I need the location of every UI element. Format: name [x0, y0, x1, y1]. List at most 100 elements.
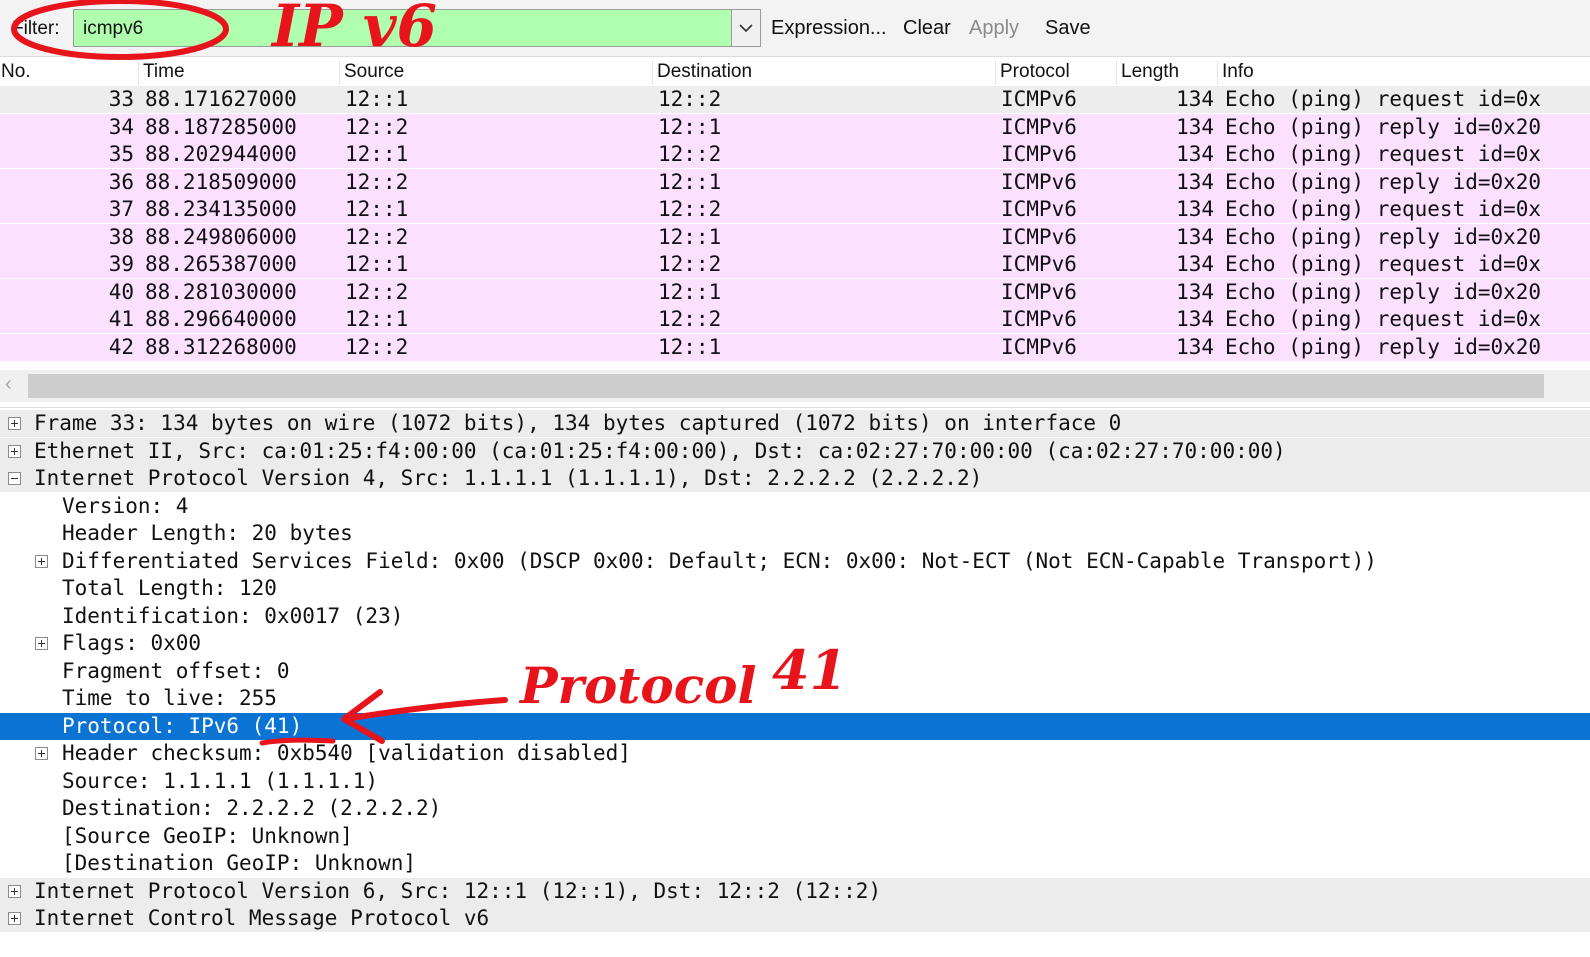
packet-no: 39	[108, 252, 134, 276]
packet-source: 12::1	[345, 252, 409, 276]
tree-item-protocol[interactable]: Protocol: IPv6 (41)	[0, 712, 1590, 740]
packet-protocol: ICMPv6	[1001, 142, 1077, 166]
packet-info: Echo (ping) reply id=0x20	[1225, 334, 1542, 359]
packet-protocol: ICMPv6	[1001, 114, 1077, 139]
filter-history-dropdown[interactable]	[731, 10, 760, 46]
tree-item-fragment-offset[interactable]: Fragment offset: 0	[0, 658, 1590, 685]
packet-time: 88.171627000	[145, 87, 297, 111]
tree-item-label: Source: 1.1.1.1 (1.1.1.1)	[62, 768, 379, 793]
packet-source: 12::2	[345, 114, 409, 139]
tree-item-label: Fragment offset: 0	[62, 658, 290, 683]
packet-protocol: ICMPv6	[1001, 224, 1077, 249]
tree-item-label: Frame 33: 134 bytes on wire (1072 bits),…	[34, 411, 1122, 435]
tree-item-header-checksum[interactable]: Header checksum: 0xb540 [validation disa…	[0, 740, 1590, 767]
expand-icon[interactable]	[8, 444, 21, 458]
packet-length: 134	[1176, 307, 1214, 331]
packet-info: Echo (ping) request id=0x	[1225, 87, 1542, 111]
packet-destination: 12::1	[658, 279, 722, 304]
packet-protocol: ICMPv6	[1001, 169, 1077, 194]
scroll-left-arrow-icon[interactable]: ‹	[5, 373, 12, 396]
expression-button[interactable]: Expression...	[771, 17, 887, 40]
collapse-icon[interactable]	[8, 472, 21, 485]
packet-length: 134	[1176, 279, 1214, 304]
tree-item-destination-geoip[interactable]: [Destination GeoIP: Unknown]	[0, 850, 1590, 877]
tree-item-frame[interactable]: Frame 33: 134 bytes on wire (1072 bits),…	[0, 410, 1590, 437]
column-header-source[interactable]: Source	[339, 61, 404, 85]
apply-button[interactable]: Apply	[969, 17, 1019, 40]
packet-row[interactable]: 40 88.281030000 12::2 12::1 ICMPv6 134 E…	[0, 278, 1590, 306]
packet-list-header: No. Time Source Destination Protocol Len…	[0, 57, 1590, 87]
expand-icon[interactable]	[35, 747, 48, 760]
packet-row[interactable]: 42 88.312268000 12::2 12::1 ICMPv6 134 E…	[0, 333, 1590, 361]
tree-item-source-geoip[interactable]: [Source GeoIP: Unknown]	[0, 823, 1590, 850]
tree-item-label: Internet Protocol Version 6, Src: 12::1 …	[34, 878, 882, 903]
filter-label: Filter:	[12, 18, 60, 39]
tree-item-ipv6[interactable]: Internet Protocol Version 6, Src: 12::1 …	[0, 877, 1590, 905]
tree-item-label: Flags: 0x00	[62, 631, 202, 655]
expand-icon[interactable]	[8, 912, 21, 925]
packet-row[interactable]: 41 88.296640000 12::1 12::2 ICMPv6 134 E…	[0, 306, 1590, 333]
packet-source: 12::2	[345, 334, 409, 359]
packet-source: 12::1	[345, 307, 409, 331]
packet-length: 134	[1176, 142, 1214, 166]
display-filter-input[interactable]: icmpv6	[73, 9, 761, 47]
tree-item-label: [Source GeoIP: Unknown]	[62, 823, 353, 848]
packet-time: 88.312268000	[145, 334, 297, 359]
tree-item-label: Protocol: IPv6 (41)	[62, 713, 303, 738]
scrollbar-thumb[interactable]	[28, 374, 1544, 398]
packet-row[interactable]: 37 88.234135000 12::1 12::2 ICMPv6 134 E…	[0, 196, 1590, 223]
tree-item-label: Header Length: 20 bytes	[62, 521, 353, 545]
column-header-destination[interactable]: Destination	[652, 61, 752, 85]
tree-item-dsfield[interactable]: Differentiated Services Field: 0x00 (DSC…	[0, 548, 1590, 575]
packet-row[interactable]: 35 88.202944000 12::1 12::2 ICMPv6 134 E…	[0, 141, 1590, 168]
packet-list-horizontal-scrollbar[interactable]: ‹	[0, 370, 1590, 402]
packet-row[interactable]: 33 88.171627000 12::1 12::2 ICMPv6 134 E…	[0, 86, 1590, 113]
tree-item-label: Destination: 2.2.2.2 (2.2.2.2)	[62, 796, 442, 820]
packet-no: 37	[108, 197, 134, 221]
tree-item-destination[interactable]: Destination: 2.2.2.2 (2.2.2.2)	[0, 795, 1590, 822]
packet-row[interactable]: 34 88.187285000 12::2 12::1 ICMPv6 134 E…	[0, 113, 1590, 141]
packet-time: 88.202944000	[145, 142, 297, 166]
column-header-length[interactable]: Length	[1116, 61, 1179, 85]
display-filter-value[interactable]: icmpv6	[83, 18, 143, 40]
packet-length: 134	[1176, 197, 1214, 221]
packet-no: 42	[108, 334, 134, 359]
column-header-no[interactable]: No.	[0, 61, 31, 85]
packet-destination: 12::1	[658, 114, 722, 139]
packet-info: Echo (ping) request id=0x	[1225, 142, 1542, 166]
packet-info: Echo (ping) reply id=0x20	[1225, 279, 1542, 304]
expand-icon[interactable]	[8, 884, 21, 898]
tree-item-flags[interactable]: Flags: 0x00	[0, 630, 1590, 657]
column-header-info[interactable]: Info	[1217, 61, 1254, 85]
tree-item-source[interactable]: Source: 1.1.1.1 (1.1.1.1)	[0, 768, 1590, 795]
packet-protocol: ICMPv6	[1001, 307, 1077, 331]
tree-item-header-length[interactable]: Header Length: 20 bytes	[0, 520, 1590, 547]
packet-row[interactable]: 39 88.265387000 12::1 12::2 ICMPv6 134 E…	[0, 251, 1590, 278]
pane-divider[interactable]	[0, 407, 1590, 408]
tree-item-ethernet[interactable]: Ethernet II, Src: ca:01:25:f4:00:00 (ca:…	[0, 437, 1590, 465]
tree-item-label: Ethernet II, Src: ca:01:25:f4:00:00 (ca:…	[34, 438, 1286, 463]
tree-item-identification[interactable]: Identification: 0x0017 (23)	[0, 603, 1590, 630]
tree-item-label: Differentiated Services Field: 0x00 (DSC…	[62, 548, 1377, 573]
packet-info: Echo (ping) reply id=0x20	[1225, 224, 1542, 249]
packet-row[interactable]: 36 88.218509000 12::2 12::1 ICMPv6 134 E…	[0, 168, 1590, 196]
column-header-protocol[interactable]: Protocol	[995, 61, 1070, 85]
packet-info: Echo (ping) request id=0x	[1225, 307, 1542, 331]
column-header-time[interactable]: Time	[138, 61, 185, 85]
expand-icon[interactable]	[8, 417, 21, 430]
packet-row[interactable]: 38 88.249806000 12::2 12::1 ICMPv6 134 E…	[0, 223, 1590, 251]
clear-button[interactable]: Clear	[903, 17, 951, 40]
packet-length: 134	[1176, 252, 1214, 276]
tree-item-icmpv6[interactable]: Internet Control Message Protocol v6	[0, 905, 1590, 932]
save-button[interactable]: Save	[1045, 17, 1091, 40]
packet-protocol: ICMPv6	[1001, 279, 1077, 304]
packet-protocol: ICMPv6	[1001, 334, 1077, 359]
tree-item-version[interactable]: Version: 4	[0, 493, 1590, 520]
tree-item-total-length[interactable]: Total Length: 120	[0, 575, 1590, 602]
packet-time: 88.281030000	[145, 279, 297, 304]
expand-icon[interactable]	[35, 554, 48, 568]
tree-item-label: Time to live: 255	[62, 686, 277, 710]
tree-item-ipv4[interactable]: Internet Protocol Version 4, Src: 1.1.1.…	[0, 465, 1590, 492]
tree-item-ttl[interactable]: Time to live: 255	[0, 685, 1590, 712]
expand-icon[interactable]	[35, 637, 48, 650]
